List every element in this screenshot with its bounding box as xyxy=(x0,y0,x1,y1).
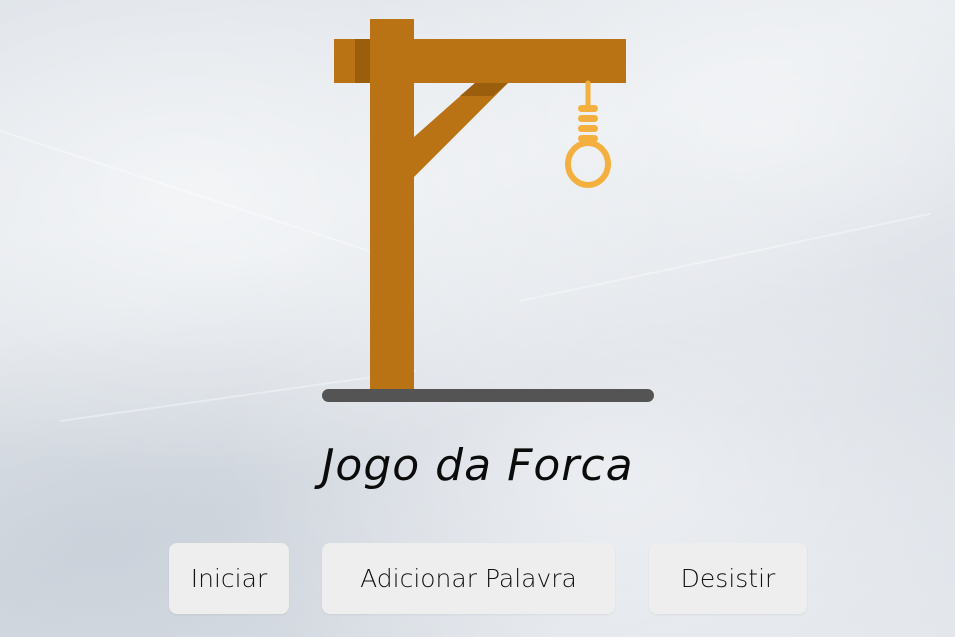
noose-icon xyxy=(565,80,611,188)
gallows-brace xyxy=(414,83,508,177)
page-title: Jogo da Forca xyxy=(321,440,634,491)
gallows-post xyxy=(370,19,414,391)
give-up-button[interactable]: Desistir xyxy=(649,543,807,614)
gallows-illustration xyxy=(322,19,654,402)
gallows-beam-shadow xyxy=(355,39,370,83)
gallows-ground xyxy=(322,389,654,402)
start-button[interactable]: Iniciar xyxy=(169,543,289,614)
add-word-button[interactable]: Adicionar Palavra xyxy=(322,543,615,614)
